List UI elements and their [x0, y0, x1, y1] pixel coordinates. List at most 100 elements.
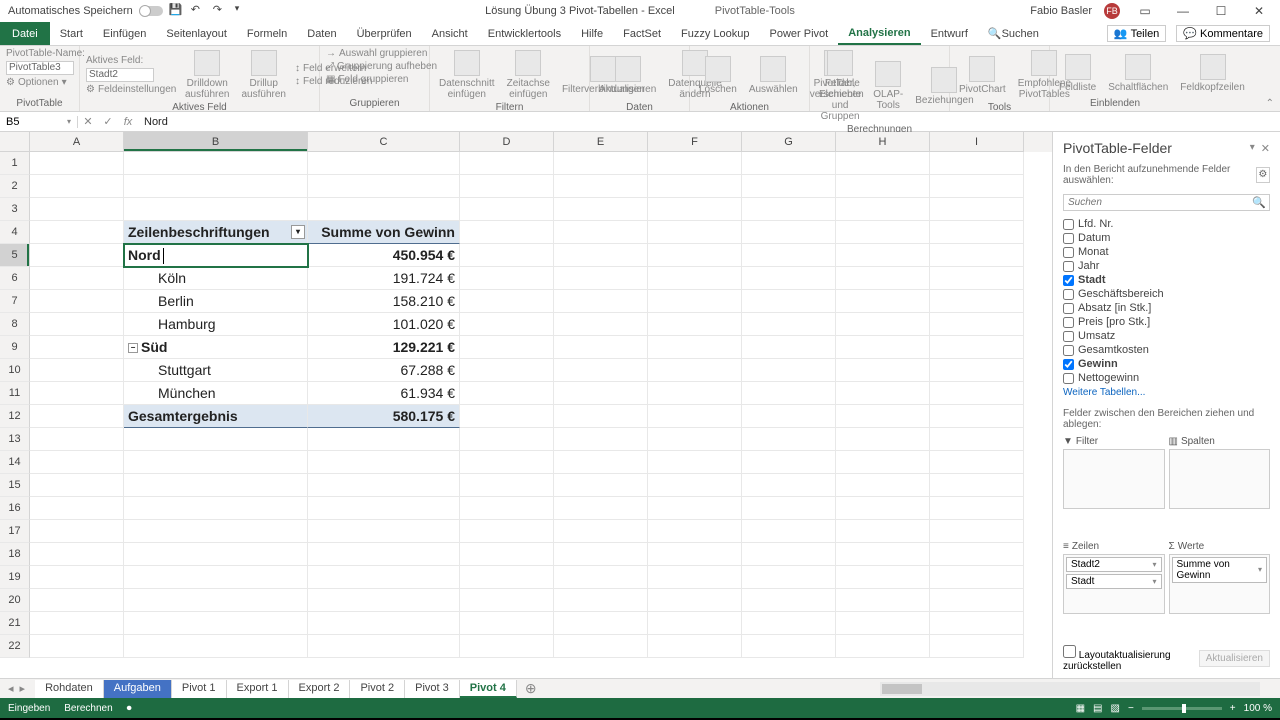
cell-B14[interactable] — [124, 451, 308, 474]
column-header-F[interactable]: F — [648, 132, 742, 152]
cell-H7[interactable] — [836, 290, 930, 313]
field-lfd-nr-[interactable]: Lfd. Nr. — [1063, 217, 1270, 231]
cell-A13[interactable] — [30, 428, 124, 451]
cell-E21[interactable] — [554, 612, 648, 635]
cell-D16[interactable] — [460, 497, 554, 520]
cell-B4[interactable]: Zeilenbeschriftungen▾ — [124, 221, 308, 244]
cell-H22[interactable] — [836, 635, 930, 658]
cell-G18[interactable] — [742, 543, 836, 566]
close-icon[interactable]: ✕ — [1246, 4, 1272, 18]
worksheet-grid[interactable]: ABCDEFGHI 123456789101112131415161718192… — [0, 132, 1052, 678]
options-button[interactable]: ⚙ Optionen ▾ — [6, 77, 73, 88]
field-settings-button[interactable]: ⚙ Feldeinstellungen — [86, 84, 176, 95]
cell-I11[interactable] — [930, 382, 1024, 405]
field-headers-button[interactable]: Feldkopfzeilen — [1177, 52, 1247, 95]
cell-I12[interactable] — [930, 405, 1024, 428]
cell-B1[interactable] — [124, 152, 308, 175]
cell-G11[interactable] — [742, 382, 836, 405]
cell-H6[interactable] — [836, 267, 930, 290]
cell-F4[interactable] — [648, 221, 742, 244]
cell-C12[interactable]: 580.175 € — [308, 405, 460, 428]
cell-I4[interactable] — [930, 221, 1024, 244]
select-button[interactable]: Auswählen — [746, 54, 801, 97]
cell-D11[interactable] — [460, 382, 554, 405]
cell-E9[interactable] — [554, 336, 648, 359]
zoom-in-icon[interactable]: + — [1230, 703, 1236, 714]
cell-D4[interactable] — [460, 221, 554, 244]
cell-A11[interactable] — [30, 382, 124, 405]
cell-A5[interactable] — [30, 244, 124, 267]
field-absatz-in-stk-[interactable]: Absatz [in Stk.] — [1063, 301, 1270, 315]
cell-H19[interactable] — [836, 566, 930, 589]
tab-powerpivot[interactable]: Power Pivot — [760, 22, 839, 45]
avatar[interactable]: FB — [1104, 3, 1120, 19]
cell-G8[interactable] — [742, 313, 836, 336]
collapse-icon[interactable]: − — [128, 343, 138, 353]
cell-B16[interactable] — [124, 497, 308, 520]
sheet-tab-export-2[interactable]: Export 2 — [289, 680, 351, 698]
row-header-11[interactable]: 11 — [0, 382, 30, 405]
cell-D5[interactable] — [460, 244, 554, 267]
drilldown-button[interactable]: Drilldown ausführen — [182, 48, 232, 102]
column-header-H[interactable]: H — [836, 132, 930, 152]
cell-B9[interactable]: −Süd — [124, 336, 308, 359]
horizontal-scrollbar[interactable] — [880, 682, 1260, 696]
column-header-E[interactable]: E — [554, 132, 648, 152]
field-stadt[interactable]: Stadt — [1063, 273, 1270, 287]
cell-F3[interactable] — [648, 198, 742, 221]
cell-G9[interactable] — [742, 336, 836, 359]
row-header-13[interactable]: 13 — [0, 428, 30, 451]
cell-A2[interactable] — [30, 175, 124, 198]
tell-me[interactable]: 🔍 Suchen — [978, 22, 1049, 45]
tab-seitenlayout[interactable]: Seitenlayout — [156, 22, 237, 45]
cell-I20[interactable] — [930, 589, 1024, 612]
tab-fuzzy[interactable]: Fuzzy Lookup — [671, 22, 759, 45]
cell-H11[interactable] — [836, 382, 930, 405]
cell-D6[interactable] — [460, 267, 554, 290]
tab-ansicht[interactable]: Ansicht — [422, 22, 478, 45]
field-gesamtkosten[interactable]: Gesamtkosten — [1063, 343, 1270, 357]
cell-D13[interactable] — [460, 428, 554, 451]
field-preis-pro-stk-[interactable]: Preis [pro Stk.] — [1063, 315, 1270, 329]
calc-fields-button[interactable]: Felder, Elemente und Gruppen — [816, 48, 864, 124]
cell-A7[interactable] — [30, 290, 124, 313]
row-header-9[interactable]: 9 — [0, 336, 30, 359]
file-tab[interactable]: Datei — [0, 22, 50, 45]
more-tables-link[interactable]: Weitere Tabellen... — [1053, 385, 1280, 404]
cell-F19[interactable] — [648, 566, 742, 589]
cell-F12[interactable] — [648, 405, 742, 428]
cell-F1[interactable] — [648, 152, 742, 175]
cell-H17[interactable] — [836, 520, 930, 543]
ribbon-display-icon[interactable]: ▭ — [1132, 4, 1158, 18]
field-monat[interactable]: Monat — [1063, 245, 1270, 259]
cell-F16[interactable] — [648, 497, 742, 520]
cell-F8[interactable] — [648, 313, 742, 336]
cell-G3[interactable] — [742, 198, 836, 221]
view-layout-icon[interactable]: ▤ — [1093, 703, 1102, 714]
zoom-slider[interactable] — [1142, 707, 1222, 710]
cell-H8[interactable] — [836, 313, 930, 336]
cell-D20[interactable] — [460, 589, 554, 612]
row-pill-stadt[interactable]: Stadt — [1066, 574, 1162, 589]
cell-D8[interactable] — [460, 313, 554, 336]
pane-dropdown-icon[interactable]: ▾ — [1250, 142, 1255, 155]
cell-H5[interactable] — [836, 244, 930, 267]
row-header-20[interactable]: 20 — [0, 589, 30, 612]
cell-C22[interactable] — [308, 635, 460, 658]
cell-C9[interactable]: 129.221 € — [308, 336, 460, 359]
share-button[interactable]: 👥 Teilen — [1107, 25, 1166, 42]
row-header-6[interactable]: 6 — [0, 267, 30, 290]
cell-B18[interactable] — [124, 543, 308, 566]
cell-I6[interactable] — [930, 267, 1024, 290]
cell-B19[interactable] — [124, 566, 308, 589]
undo-icon[interactable]: ↶ — [191, 3, 207, 19]
cell-A1[interactable] — [30, 152, 124, 175]
cell-B6[interactable]: Köln — [124, 267, 308, 290]
cell-D15[interactable] — [460, 474, 554, 497]
cell-D2[interactable] — [460, 175, 554, 198]
cell-H2[interactable] — [836, 175, 930, 198]
sheet-tab-pivot-2[interactable]: Pivot 2 — [350, 680, 405, 698]
cell-H12[interactable] — [836, 405, 930, 428]
cell-C10[interactable]: 67.288 € — [308, 359, 460, 382]
cell-D17[interactable] — [460, 520, 554, 543]
